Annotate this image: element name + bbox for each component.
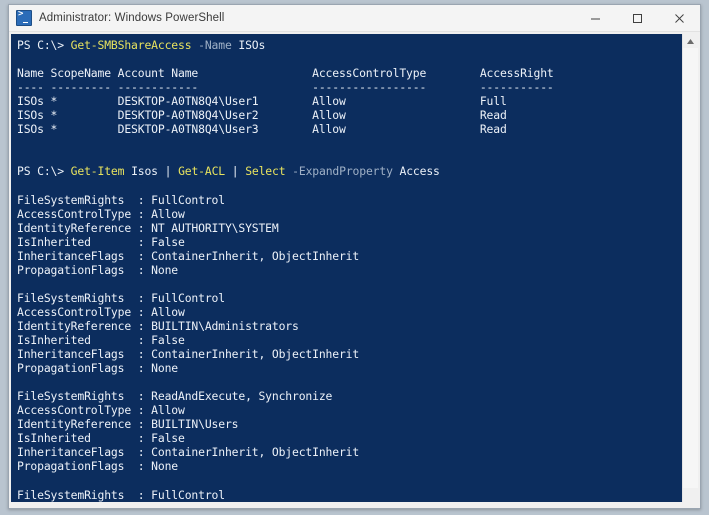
scroll-up-arrow-icon[interactable] xyxy=(683,34,698,48)
window-title: Administrator: Windows PowerShell xyxy=(39,12,225,24)
title-bar[interactable]: Administrator: Windows PowerShell xyxy=(9,5,700,32)
console-text: PS C:\> Get-SMBShareAccess -Name ISOs Nam… xyxy=(17,38,554,502)
scrollbar-track[interactable] xyxy=(683,48,698,488)
maximize-button[interactable] xyxy=(616,5,658,31)
powershell-icon xyxy=(16,9,32,26)
vertical-scrollbar[interactable] xyxy=(682,34,698,502)
console-area: PS C:\> Get-SMBShareAccess -Name ISOs Nam… xyxy=(9,32,700,508)
powershell-window: Administrator: Windows PowerShell PS C:\… xyxy=(8,4,701,509)
console-output[interactable]: PS C:\> Get-SMBShareAccess -Name ISOs Nam… xyxy=(11,34,682,502)
close-button[interactable] xyxy=(658,5,700,31)
scroll-down-arrow-icon[interactable] xyxy=(683,488,698,502)
minimize-button[interactable] xyxy=(574,5,616,31)
window-controls xyxy=(574,5,700,31)
